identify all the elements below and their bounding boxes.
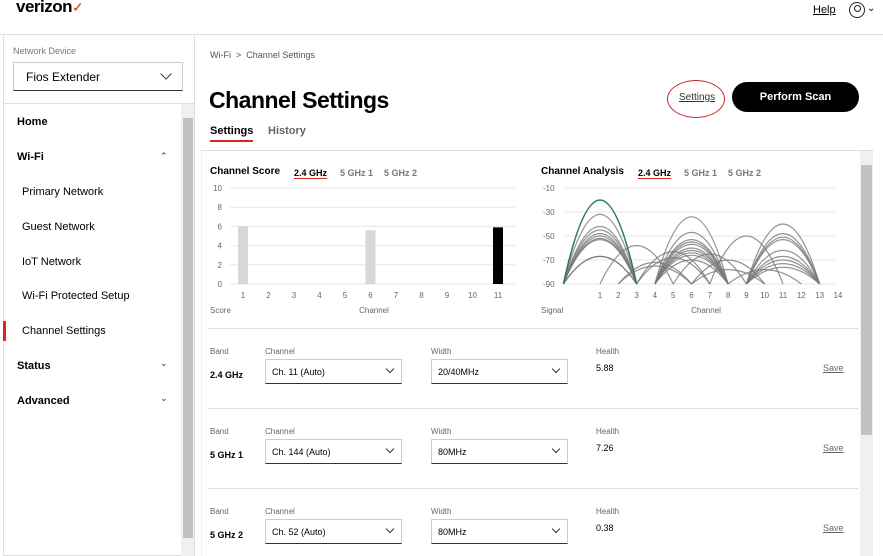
save-link[interactable]: Save [823,363,844,373]
health-label: Health [596,507,620,516]
band-label: Band [210,507,229,516]
x-axis-label: Channel [691,306,721,315]
x-tick-label: 2 [616,291,621,300]
divider [208,488,858,489]
health-value: 5.88 [596,363,614,373]
x-tick-label: 8 [726,291,731,300]
x-tick-label: 2 [266,291,271,300]
save-link[interactable]: Save [823,523,844,533]
band-label: Band [210,427,229,436]
y-tick-label: 10 [213,184,222,193]
x-tick-label: 9 [744,291,749,300]
y-tick-label: -90 [543,280,555,289]
channel-select[interactable]: Ch. 11 (Auto) [265,359,402,384]
y-tick-label: 0 [218,280,223,289]
x-axis-label: Channel [359,306,389,315]
health-label: Health [596,347,620,356]
band-value: 2.4 GHz [210,370,244,380]
x-tick-label: 3 [634,291,639,300]
chevron-down-icon [385,364,395,374]
channel-score-chart: 02468101 2 3 4 5 6 7 8 9 10 11Score Channel-10-30-5… [210,184,843,315]
x-tick-label: 10 [760,291,769,300]
width-value: 80MHz [438,527,467,537]
bar-ch-1[interactable] [238,226,248,284]
y-axis-label: Score [210,306,231,315]
channel-label: Channel [265,507,295,516]
x-tick-label: 4 [653,291,658,300]
band-value: 5 GHz 1 [210,450,244,460]
network-curve [745,233,821,285]
x-tick-label: 13 [815,291,824,300]
chevron-down-icon [385,444,395,454]
width-label: Width [431,427,452,436]
y-tick-label: 2 [218,261,223,270]
x-tick-label: 4 [317,291,322,300]
y-tick-label: 4 [218,242,223,251]
channel-value: Ch. 144 (Auto) [272,447,331,457]
width-select[interactable]: 80MHz [431,439,568,464]
main-scroll-thumb[interactable] [861,165,872,435]
y-tick-label: -70 [543,256,555,265]
x-tick-label: 7 [394,291,399,300]
width-value: 80MHz [438,447,467,457]
width-select[interactable]: 20/40MHz [431,359,568,384]
x-tick-label: 1 [241,291,246,300]
bar-ch-11[interactable] [493,227,503,284]
x-tick-label: 7 [708,291,713,300]
x-tick-label: 9 [445,291,450,300]
channel-select[interactable]: Ch. 52 (Auto) [265,519,402,544]
band-label: Band [210,347,229,356]
x-tick-label: 11 [494,291,503,300]
y-tick-label: -10 [543,184,555,193]
width-value: 20/40MHz [438,367,480,377]
y-tick-label: -30 [543,208,555,217]
channel-label: Channel [265,427,295,436]
x-tick-label: 3 [292,291,297,300]
channel-select[interactable]: Ch. 144 (Auto) [265,439,402,464]
x-tick-label: 5 [343,291,348,300]
width-select[interactable]: 80MHz [431,519,568,544]
divider [208,408,858,409]
network-curve [745,239,821,285]
y-tick-label: -50 [543,232,555,241]
save-link[interactable]: Save [823,443,844,453]
x-tick-label: 6 [689,291,694,300]
chevron-down-icon [385,524,395,534]
x-tick-label: 10 [468,291,477,300]
chevron-down-icon [551,524,561,534]
chevron-down-icon [551,364,561,374]
y-axis-label: Signal [541,306,563,315]
x-tick-label: 14 [833,291,842,300]
x-tick-label: 8 [419,291,424,300]
width-label: Width [431,347,452,356]
x-tick-label: 1 [598,291,603,300]
x-tick-label: 12 [797,291,806,300]
y-tick-label: 8 [218,203,223,212]
y-tick-label: 6 [218,222,223,231]
width-label: Width [431,507,452,516]
own-network-curve [562,199,638,285]
x-tick-label: 11 [779,291,788,300]
x-tick-label: 6 [368,291,373,300]
channel-value: Ch. 11 (Auto) [272,367,325,377]
health-value: 0.38 [596,523,614,533]
x-tick-label: 5 [671,291,676,300]
divider [208,328,858,329]
bar-ch-6[interactable] [365,230,376,284]
band-value: 5 GHz 2 [210,530,244,540]
health-value: 7.26 [596,443,614,453]
health-label: Health [596,427,620,436]
chevron-down-icon [551,444,561,454]
channel-value: Ch. 52 (Auto) [272,527,326,537]
channel-label: Channel [265,347,295,356]
